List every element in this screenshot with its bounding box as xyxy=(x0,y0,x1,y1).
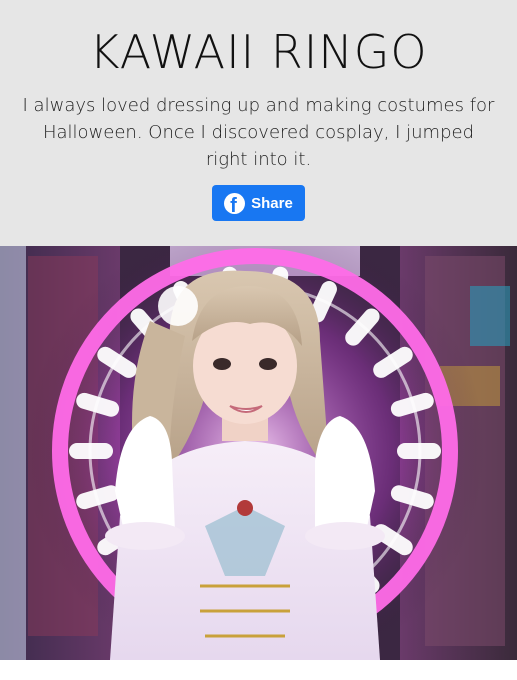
cosplay-photo xyxy=(0,246,517,660)
neon-ring-tick xyxy=(390,392,434,417)
neon-ring-tick xyxy=(309,281,337,323)
header-section: KAWAII RINGO I always loved dressing up … xyxy=(0,0,517,246)
share-button-label: Share xyxy=(251,194,293,212)
neon-ring-tick xyxy=(390,485,434,510)
neon-ring-tick xyxy=(76,392,120,417)
cosplay-photo-illustration xyxy=(0,246,517,660)
page-description: I always loved dressing up and making co… xyxy=(22,95,495,170)
facebook-share-button[interactable]: Share xyxy=(212,185,305,221)
page-bottom-spacer xyxy=(0,660,517,680)
page-title: KAWAII RINGO xyxy=(89,25,428,79)
facebook-icon xyxy=(224,192,246,214)
neon-ring-tick xyxy=(76,485,120,510)
